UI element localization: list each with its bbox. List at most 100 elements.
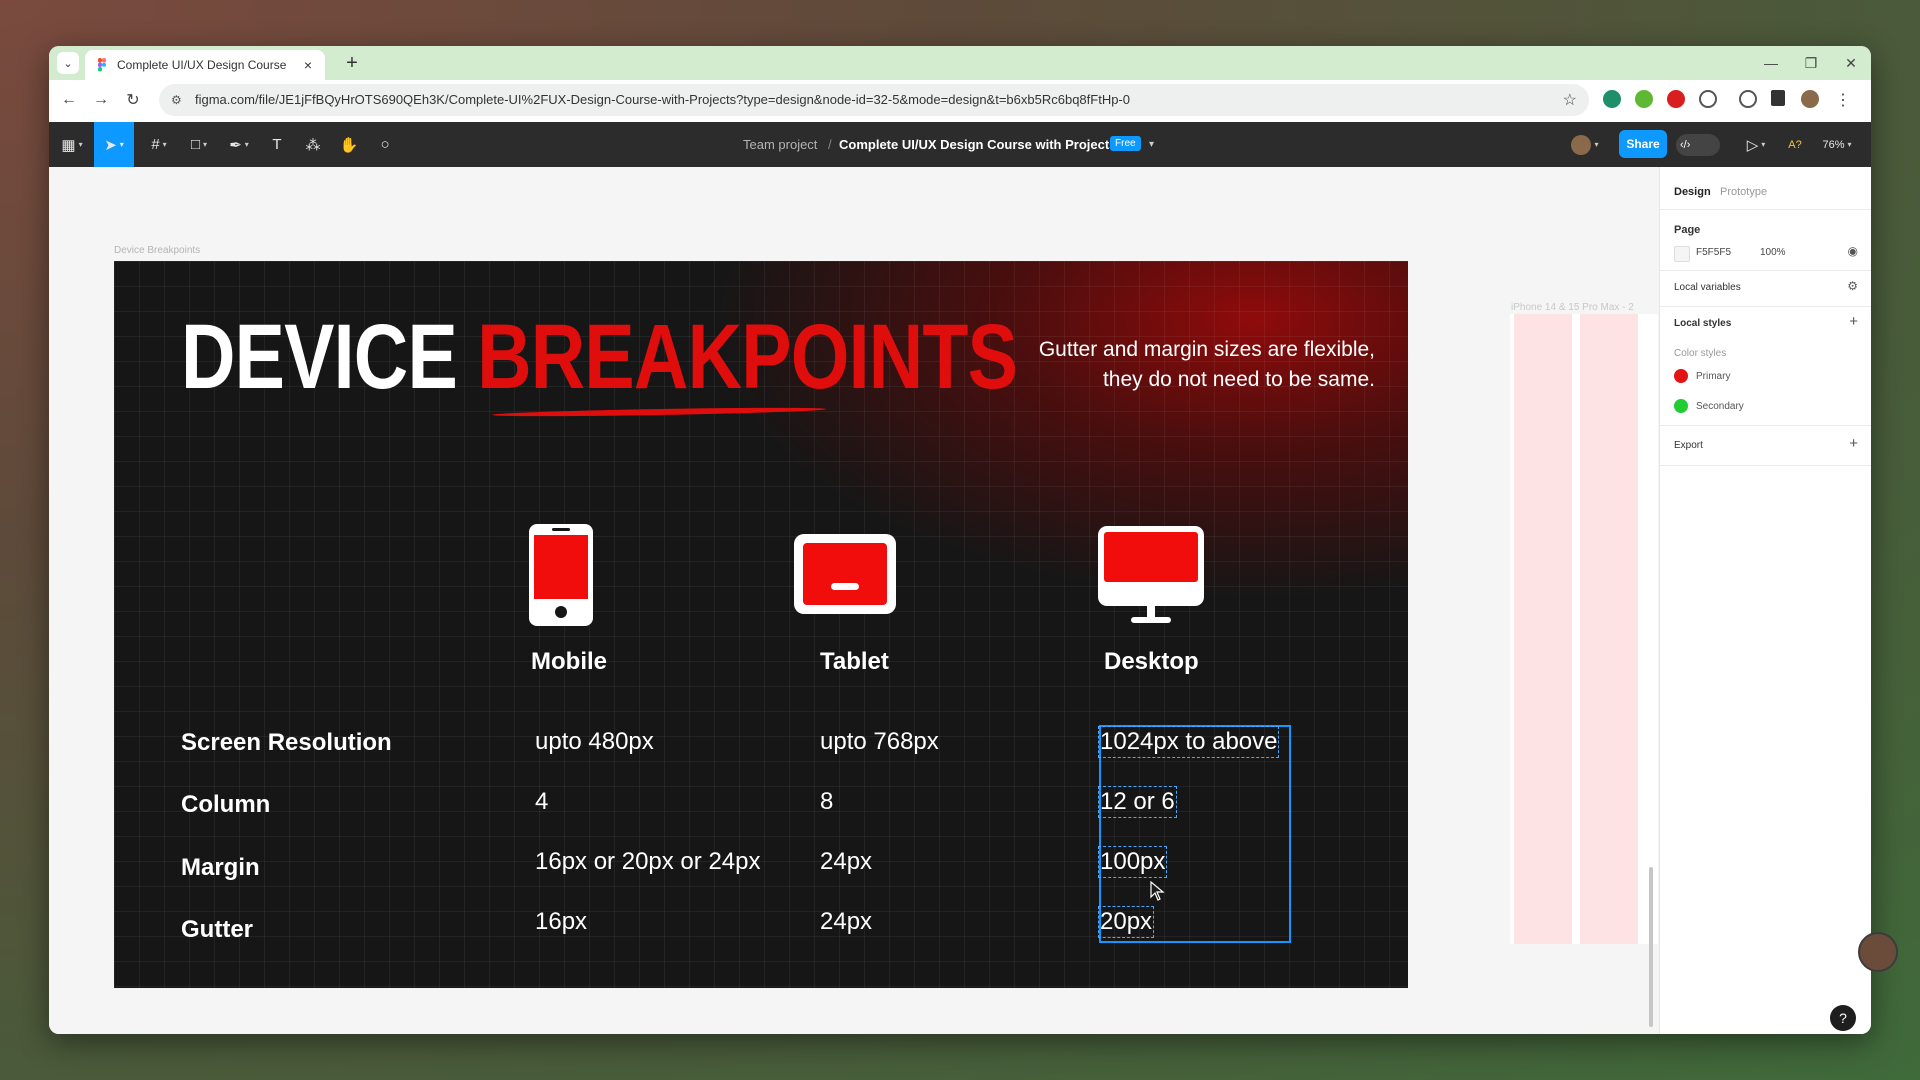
hand-tool-icon[interactable]: ✋ xyxy=(335,122,363,167)
variables-settings-icon[interactable]: ⚙ xyxy=(1847,279,1858,293)
row-label-column: Column xyxy=(181,791,271,818)
side-panel-icon[interactable] xyxy=(1771,90,1785,106)
column-header-desktop: Desktop xyxy=(1104,648,1199,675)
file-name[interactable]: Complete UI/UX Design Course with Projec… xyxy=(839,137,1116,152)
breadcrumb-team[interactable]: Team project xyxy=(743,137,817,152)
slide-title-white: DEVICE xyxy=(181,306,458,408)
cell-desktop-resolution[interactable]: 1024px to above xyxy=(1097,726,1280,758)
iphone-frame[interactable] xyxy=(1510,314,1658,944)
export-label: Export xyxy=(1674,440,1703,451)
webcam-avatar xyxy=(1858,932,1898,972)
close-window-icon[interactable]: ✕ xyxy=(1831,46,1871,80)
row-label-gutter: Gutter xyxy=(181,916,253,943)
tab-title: Complete UI/UX Design Course xyxy=(117,58,287,72)
local-styles-label: Local styles xyxy=(1674,318,1732,329)
cell-mobile-resolution: upto 480px xyxy=(535,728,654,755)
style-primary-name[interactable]: Primary xyxy=(1696,371,1730,382)
slide-title-red: BREAKPOINTS xyxy=(477,306,1018,408)
site-info-icon[interactable]: ⚙ xyxy=(171,93,182,107)
pen-tool-icon[interactable]: ✒ ▾ xyxy=(221,122,257,167)
eye-icon[interactable]: ◉ xyxy=(1848,244,1858,258)
main-menu-icon[interactable]: ▦ ▾ xyxy=(57,122,87,167)
reload-icon[interactable]: ↻ xyxy=(121,88,145,112)
share-button[interactable]: Share xyxy=(1619,130,1667,158)
present-icon[interactable]: ▷ ▾ xyxy=(1739,122,1773,167)
breadcrumb-separator: / xyxy=(828,137,832,152)
resources-icon[interactable]: ⁂ xyxy=(299,122,327,167)
move-tool-icon[interactable]: ➤ ▾ xyxy=(94,122,134,167)
cell-desktop-margin[interactable]: 100px xyxy=(1097,846,1168,878)
divider xyxy=(1660,465,1871,466)
mouse-cursor-icon xyxy=(1150,881,1165,901)
back-icon[interactable]: ← xyxy=(57,88,81,112)
tablet-icon xyxy=(794,534,896,614)
figma-canvas[interactable]: Device Breakpoints DEVICE BREAKPOINTS Gu… xyxy=(49,167,1659,1034)
help-button[interactable]: ? xyxy=(1830,1005,1856,1031)
page-color-swatch[interactable] xyxy=(1674,246,1690,262)
file-menu-chevron-icon[interactable]: ▾ xyxy=(1149,139,1154,150)
url-text: figma.com/file/JE1jFfBQyHrOTS690QEh3K/Co… xyxy=(195,92,1130,107)
page-color-value[interactable]: F5F5F5 xyxy=(1696,247,1731,258)
layout-grid-column xyxy=(1514,314,1572,944)
plan-badge: Free xyxy=(1110,136,1141,151)
browser-tab[interactable]: Complete UI/UX Design Course × xyxy=(85,50,325,80)
device-breakpoints-frame[interactable]: DEVICE BREAKPOINTS Gutter and margin siz… xyxy=(114,261,1408,988)
side-frame-name-label[interactable]: iPhone 14 & 15 Pro Max - 2 xyxy=(1511,302,1634,313)
menu-kebab-icon[interactable]: ⋮ xyxy=(1831,88,1855,112)
cell-tablet-column: 8 xyxy=(820,788,834,815)
tab-design[interactable]: Design xyxy=(1674,186,1711,198)
design-panel: Design Prototype Page F5F5F5 100% ◉ Loca… xyxy=(1659,167,1871,1034)
divider xyxy=(1660,425,1871,426)
add-style-icon[interactable]: + xyxy=(1849,313,1858,330)
new-tab-button[interactable]: + xyxy=(339,50,365,76)
tab-prototype[interactable]: Prototype xyxy=(1720,186,1767,198)
style-secondary-name[interactable]: Secondary xyxy=(1696,401,1744,412)
tab-strip: ⌄ Complete UI/UX Design Course × + — ❐ ✕ xyxy=(49,46,1871,80)
cell-tablet-margin: 24px xyxy=(820,848,873,875)
browser-window: ⌄ Complete UI/UX Design Course × + — ❐ ✕… xyxy=(49,46,1871,1034)
extension-icon[interactable] xyxy=(1635,90,1653,108)
chevron-down-icon: ⌄ xyxy=(63,57,73,70)
row-label-margin: Margin xyxy=(181,854,260,881)
cell-mobile-gutter: 16px xyxy=(535,908,588,935)
divider xyxy=(1660,270,1871,271)
local-variables-label[interactable]: Local variables xyxy=(1674,282,1741,293)
forward-icon[interactable]: → xyxy=(89,88,113,112)
column-header-tablet: Tablet xyxy=(820,648,889,675)
note-line-2: they do not need to be same. xyxy=(1102,368,1375,391)
note-line-1: Gutter and margin sizes are flexible, xyxy=(1038,338,1375,361)
divider xyxy=(1660,306,1871,307)
add-export-icon[interactable]: + xyxy=(1849,435,1858,452)
column-header-mobile: Mobile xyxy=(531,648,607,675)
page-opacity-value[interactable]: 100% xyxy=(1760,247,1786,258)
tab-search-button[interactable]: ⌄ xyxy=(57,52,79,74)
extensions-puzzle-icon[interactable] xyxy=(1699,90,1717,108)
shape-tool-icon[interactable]: □ ▾ xyxy=(181,122,217,167)
comment-tool-icon[interactable]: ○ xyxy=(371,122,399,167)
figma-toolbar: ▦ ▾ ➤ ▾ # ▾ □ ▾ ✒ ▾ T ⁂ ✋ ○ Team project / Co… xyxy=(49,122,1871,167)
address-bar[interactable]: ⚙ figma.com/file/JE1jFfBQyHrOTS690QEh3K/… xyxy=(159,84,1589,116)
bookmark-star-icon[interactable]: ☆ xyxy=(1563,90,1577,110)
collaborator-avatar[interactable]: ▾ xyxy=(1567,122,1603,167)
frame-tool-icon[interactable]: # ▾ xyxy=(141,122,177,167)
row-label-screen-resolution: Screen Resolution xyxy=(181,729,392,756)
canvas-scrollbar[interactable] xyxy=(1649,867,1653,1027)
ai-icon[interactable]: A? xyxy=(1783,122,1807,167)
profile-avatar[interactable] xyxy=(1801,90,1819,108)
restore-icon[interactable]: ❐ xyxy=(1791,46,1831,80)
secondary-color-swatch[interactable] xyxy=(1674,399,1688,413)
dev-mode-toggle[interactable]: ‹/› xyxy=(1675,122,1721,167)
divider xyxy=(1660,209,1871,210)
media-icon[interactable] xyxy=(1739,90,1757,108)
extension-icon[interactable] xyxy=(1603,90,1621,108)
minimize-icon[interactable]: — xyxy=(1751,46,1791,80)
text-tool-icon[interactable]: T xyxy=(263,122,291,167)
extension-icon[interactable] xyxy=(1667,90,1685,108)
zoom-control[interactable]: 76% ▾ xyxy=(1815,122,1859,167)
cell-mobile-column: 4 xyxy=(535,788,549,815)
close-tab-icon[interactable]: × xyxy=(299,57,317,73)
cell-desktop-column[interactable]: 12 or 6 xyxy=(1098,786,1177,818)
frame-name-label[interactable]: Device Breakpoints xyxy=(114,245,200,256)
primary-color-swatch[interactable] xyxy=(1674,369,1688,383)
cell-desktop-gutter[interactable]: 20px xyxy=(1097,906,1155,938)
